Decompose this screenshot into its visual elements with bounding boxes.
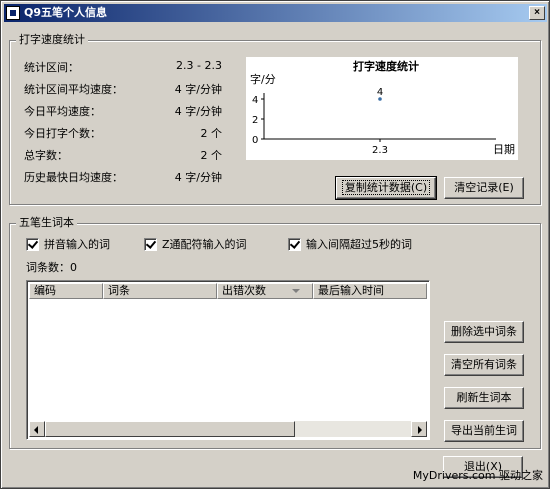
column-header-code[interactable]: 编码 (29, 283, 103, 299)
stat-value-fastest: 4 字/分钟 (174, 171, 222, 184)
stat-label-today-count: 今日打字个数： (24, 127, 101, 140)
chart-y-tick-label: 4 (252, 95, 258, 106)
stat-label-fastest: 历史最快日均速度： (24, 171, 123, 184)
speed-chart-svg: 打字速度统计 字/分 日期 0 2 4 2.3 4 (250, 59, 515, 156)
watermark: MyDrivers.com 驱动之家 (412, 469, 543, 482)
arrow-left-icon (34, 426, 38, 434)
stat-value-range-avg: 4 字/分钟 (174, 83, 222, 96)
checkbox-mark[interactable] (288, 237, 301, 251)
checkbox-mark[interactable] (144, 237, 157, 251)
chart-xlabel: 日期 (493, 143, 515, 156)
stat-label-range-avg: 统计区间平均速度： (24, 83, 123, 96)
word-book-group: 五笔生词本 拼音输入的词 Z通配符输入的词 输入间隔超过5秒的词 词条数：0 编… (9, 216, 541, 449)
chart-title: 打字速度统计 (353, 59, 419, 73)
chart-data-label: 4 (377, 87, 383, 98)
refresh-button[interactable]: 刷新生词本 (444, 387, 524, 409)
column-header-word[interactable]: 词条 (103, 283, 217, 299)
chart-ylabel: 字/分 (250, 72, 276, 86)
stat-label-range: 统计区间： (24, 61, 79, 74)
stat-value-range: 2.3 - 2.3 (176, 59, 222, 72)
word-book-group-title: 五笔生词本 (16, 216, 77, 230)
word-list[interactable]: 编码 词条 出错次数 最后输入时间 (26, 280, 430, 440)
export-button[interactable]: 导出当前生词 (444, 420, 524, 442)
clear-all-button[interactable]: 清空所有词条 (444, 354, 524, 376)
stat-value-total: 2 个 (200, 149, 223, 162)
scroll-left-button[interactable] (29, 421, 45, 437)
stat-label-total: 总字数： (24, 149, 68, 162)
chart-y-tick-label: 2 (252, 115, 258, 126)
sort-down-icon (292, 289, 300, 293)
word-count-label: 词条数：0 (26, 261, 77, 274)
stat-label-today-avg: 今日平均速度： (24, 105, 101, 118)
speed-stats-group-title: 打字速度统计 (16, 33, 88, 47)
close-button[interactable]: × (529, 6, 545, 20)
word-list-header: 编码 词条 出错次数 最后输入时间 (29, 283, 427, 299)
delete-selected-button[interactable]: 删除选中词条 (444, 321, 524, 343)
column-header-last-time[interactable]: 最后输入时间 (313, 283, 427, 299)
chart-x-tick-label: 2.3 (372, 145, 388, 156)
z-wildcard-words-checkbox[interactable]: Z通配符输入的词 (144, 236, 247, 252)
title-bar[interactable]: Q9五笔个人信息 × (4, 4, 547, 22)
pinyin-words-checkbox[interactable]: 拼音输入的词 (26, 236, 110, 252)
scroll-right-button[interactable] (411, 421, 427, 437)
stat-value-today-count: 2 个 (200, 127, 223, 140)
copy-stats-button[interactable]: 复制统计数据(C) (335, 176, 437, 200)
checkbox-mark[interactable] (26, 237, 39, 251)
speed-stats-group: 打字速度统计 统计区间： 2.3 - 2.3 统计区间平均速度： 4 字/分钟 … (9, 33, 541, 205)
speed-chart: 打字速度统计 字/分 日期 0 2 4 2.3 4 (246, 57, 518, 160)
arrow-right-icon (418, 426, 422, 434)
horizontal-scrollbar[interactable] (29, 421, 427, 437)
stat-value-today-avg: 4 字/分钟 (174, 105, 222, 118)
clear-records-button[interactable]: 清空记录(E) (444, 177, 524, 199)
window-title: Q9五笔个人信息 (24, 6, 108, 19)
column-header-errors[interactable]: 出错次数 (217, 283, 313, 299)
app-icon (6, 6, 20, 20)
scroll-thumb[interactable] (45, 421, 295, 437)
main-window: Q9五笔个人信息 × 打字速度统计 统计区间： 2.3 - 2.3 统计区间平均… (0, 0, 550, 489)
slow-input-words-checkbox[interactable]: 输入间隔超过5秒的词 (288, 236, 412, 252)
chart-y-tick-label: 0 (252, 135, 258, 146)
